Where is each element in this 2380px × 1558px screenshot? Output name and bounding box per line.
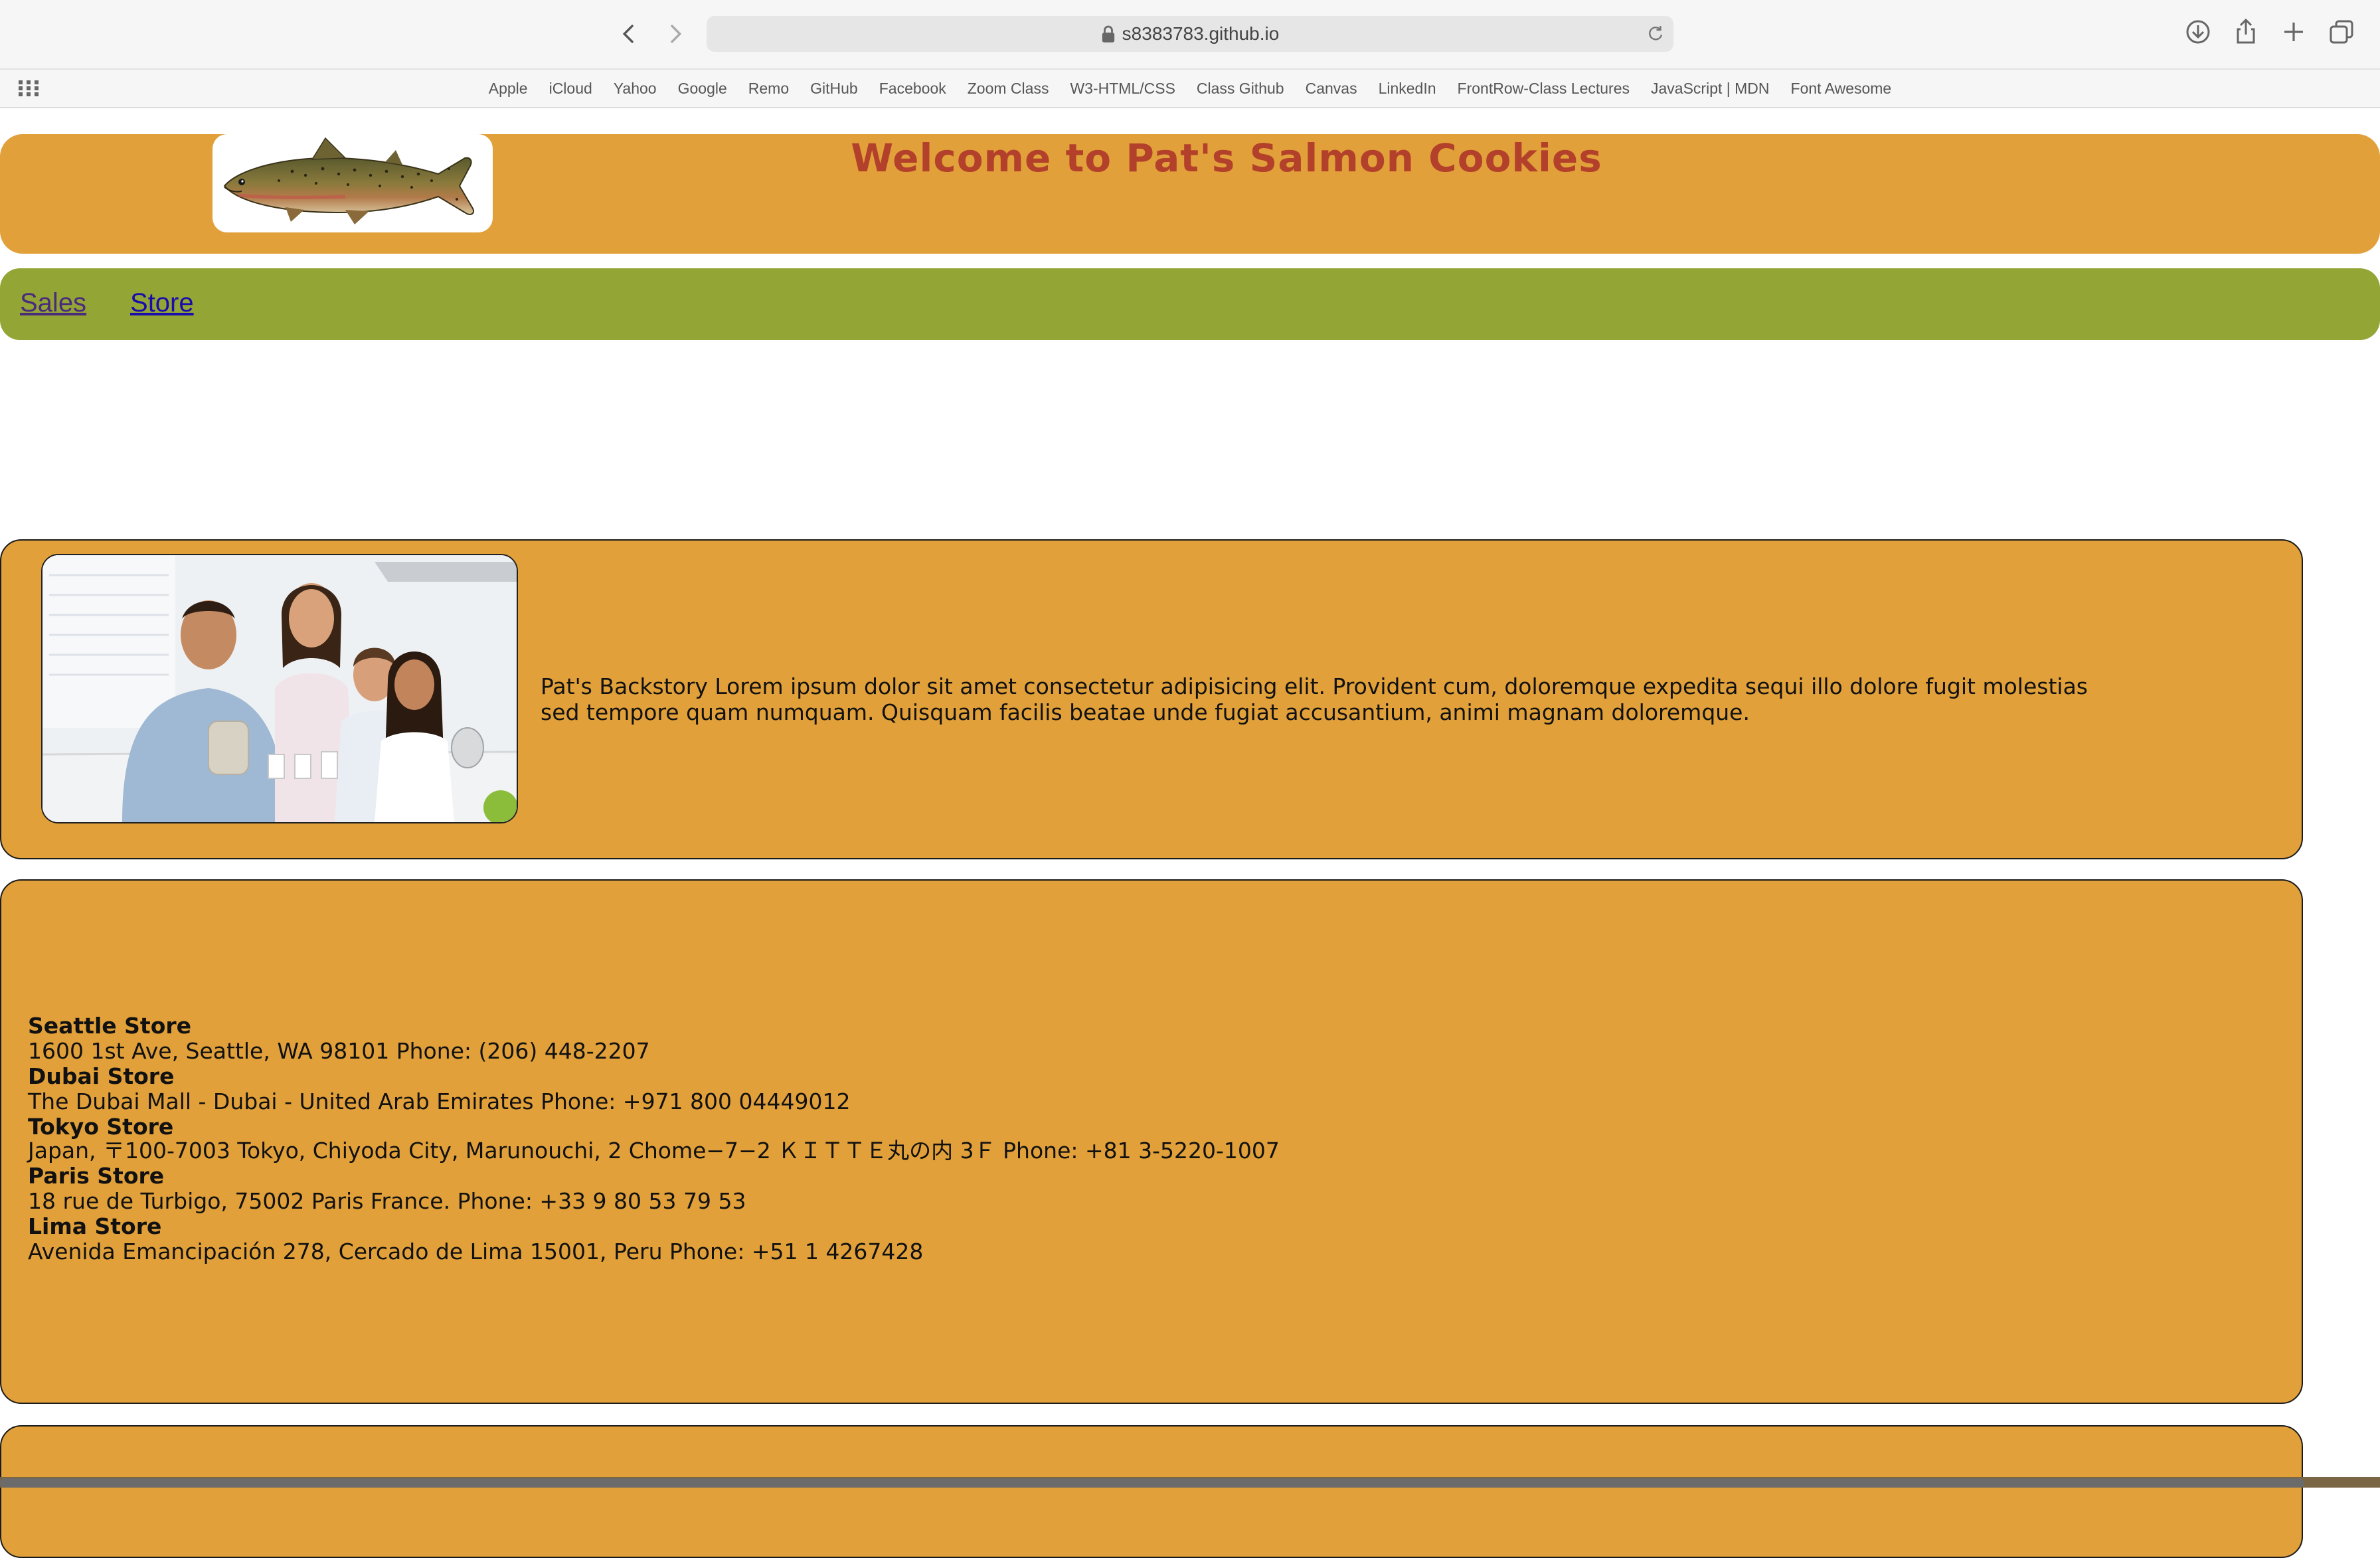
chevron-right-icon	[671, 25, 682, 43]
store-details: 1600 1st Ave, Seattle, WA 98101 Phone: (…	[28, 1038, 650, 1064]
lock-icon	[1102, 25, 1114, 43]
store-name: Lima Store	[28, 1213, 162, 1239]
bookmark-javascript-mdn[interactable]: JavaScript | MDN	[1651, 80, 1770, 98]
footer-section	[0, 1425, 2303, 1558]
url-text: s8383783.github.io	[1122, 23, 1280, 44]
list-item: Paris Store 18 rue de Turbigo, 75002 Par…	[28, 1164, 1280, 1214]
tab-overview-icon[interactable]	[2328, 19, 2355, 45]
store-details: 18 rue de Turbigo, 75002 Paris France. P…	[28, 1188, 746, 1214]
horizontal-scrollbar[interactable]	[0, 1478, 2304, 1488]
bookmark-remo[interactable]: Remo	[748, 80, 789, 98]
bookmarks-bar: Apple iCloud Yahoo Google Remo GitHub Fa…	[0, 70, 2380, 108]
address-bar[interactable]: s8383783.github.io	[707, 16, 1673, 52]
bookmark-class-github[interactable]: Class Github	[1197, 80, 1284, 98]
bookmark-list: Apple iCloud Yahoo Google Remo GitHub Fa…	[0, 70, 2380, 107]
list-item: Seattle Store 1600 1st Ave, Seattle, WA …	[28, 1013, 1280, 1064]
bookmark-w3-html-css[interactable]: W3-HTML/CSS	[1070, 80, 1175, 98]
browser-toolbar: s8383783.github.io	[0, 0, 2380, 70]
site-nav: Sales Store	[0, 268, 2380, 340]
page-title: Welcome to Pat's Salmon Cookies	[851, 135, 1602, 181]
bookmark-icloud[interactable]: iCloud	[549, 80, 592, 98]
bookmark-google[interactable]: Google	[678, 80, 727, 98]
store-details: Avenida Emancipación 278, Cercado de Lim…	[28, 1239, 924, 1264]
chevron-left-icon	[622, 25, 634, 43]
store-name: Tokyo Store	[28, 1114, 174, 1140]
bookmark-canvas[interactable]: Canvas	[1306, 80, 1357, 98]
store-details: Japan, 〒100-7003 Tokyo, Chiyoda City, Ma…	[28, 1138, 1280, 1164]
family-photo	[41, 554, 518, 823]
store-name: Dubai Store	[28, 1063, 175, 1089]
family-photo-image	[42, 555, 517, 822]
stores-section: Seattle Store 1600 1st Ave, Seattle, WA …	[0, 879, 2303, 1404]
bookmark-linkedin[interactable]: LinkedIn	[1379, 80, 1436, 98]
list-item: Tokyo Store Japan, 〒100-7003 Tokyo, Chiy…	[28, 1114, 1280, 1164]
reload-icon[interactable]	[1646, 24, 1665, 44]
store-details: The Dubai Mall - Dubai - United Arab Emi…	[28, 1088, 851, 1114]
nav-link-sales[interactable]: Sales	[20, 288, 86, 318]
new-tab-icon[interactable]	[2280, 19, 2307, 45]
about-section: Pat's Backstory Lorem ipsum dolor sit am…	[0, 539, 2303, 859]
store-list: Seattle Store 1600 1st Ave, Seattle, WA …	[28, 1013, 1280, 1264]
nav-link-store[interactable]: Store	[130, 288, 194, 318]
forward-button[interactable]	[659, 17, 692, 50]
list-item: Lima Store Avenida Emancipación 278, Cer…	[28, 1214, 1280, 1264]
bookmark-font-awesome[interactable]: Font Awesome	[1791, 80, 1892, 98]
store-name: Seattle Store	[28, 1013, 192, 1039]
site-header: Welcome to Pat's Salmon Cookies	[0, 134, 2380, 254]
share-icon[interactable]	[2233, 19, 2259, 45]
back-button[interactable]	[612, 17, 645, 50]
list-item: Dubai Store The Dubai Mall - Dubai - Uni…	[28, 1064, 1280, 1114]
download-icon[interactable]	[2185, 19, 2211, 45]
bookmark-frontrow[interactable]: FrontRow-Class Lectures	[1458, 80, 1630, 98]
backstory-text: Pat's Backstory Lorem ipsum dolor sit am…	[541, 673, 2088, 725]
bookmark-apple[interactable]: Apple	[489, 80, 528, 98]
bookmark-yahoo[interactable]: Yahoo	[614, 80, 657, 98]
bookmark-facebook[interactable]: Facebook	[879, 80, 946, 98]
bookmark-zoom-class[interactable]: Zoom Class	[968, 80, 1049, 98]
store-name: Paris Store	[28, 1163, 165, 1189]
bookmark-github[interactable]: GitHub	[810, 80, 858, 98]
